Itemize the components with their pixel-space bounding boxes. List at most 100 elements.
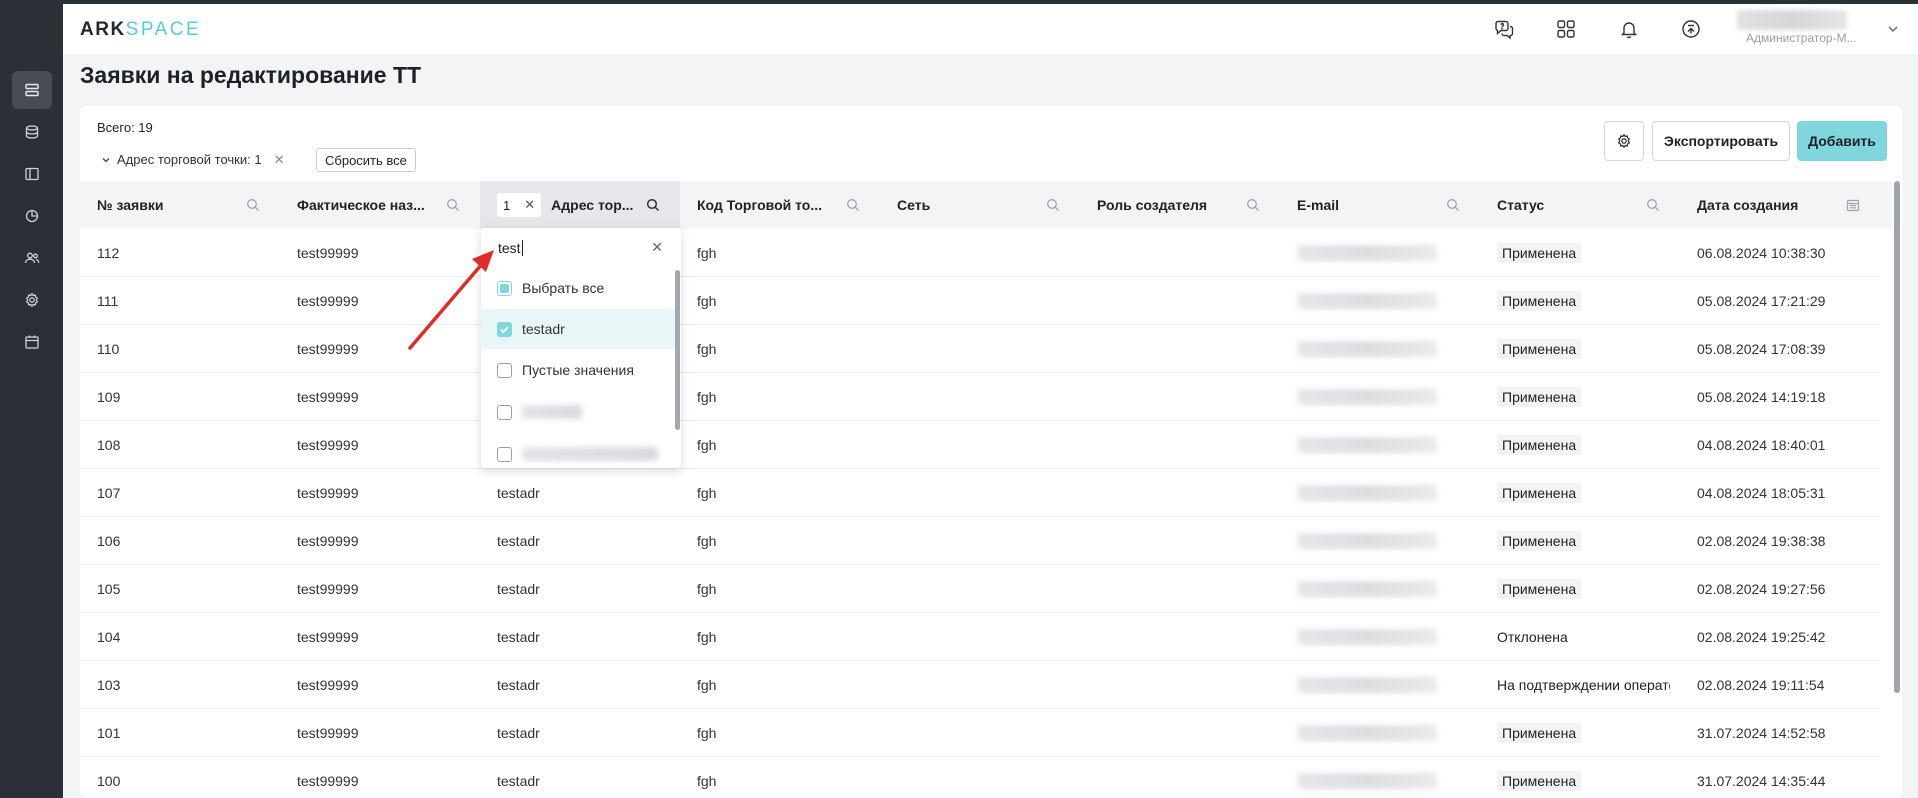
table-row[interactable]: 106 test99999 testadr fgh Применена 02.08.202… <box>80 517 1880 565</box>
table-row[interactable]: 110 test99999 fgh Применена 05.08.2024 17:08… <box>80 325 1880 373</box>
close-icon[interactable]: ✕ <box>524 197 535 213</box>
option-blurred[interactable] <box>481 392 677 432</box>
table-row[interactable]: 105 test99999 testadr fgh Применена 02.08.202… <box>80 565 1880 613</box>
list-icon <box>25 83 39 97</box>
empty-values-option[interactable]: Пустые значения <box>481 350 677 390</box>
table-settings-button[interactable] <box>1604 121 1644 161</box>
column-header-created-date[interactable]: Дата создания <box>1680 181 1880 229</box>
apps-grid-icon[interactable] <box>1553 16 1579 42</box>
cell-creator-role <box>1080 613 1280 661</box>
requests-card: Всего: 19 Адрес торговой точки: 1 ✕ Сбро… <box>80 106 1902 798</box>
pie-chart-icon <box>25 209 39 223</box>
cell-name-text: test99999 <box>297 581 359 597</box>
search-icon[interactable] <box>246 198 260 212</box>
option-testadr[interactable]: testadr <box>481 309 677 349</box>
table-row[interactable]: 109 test99999 fgh Применена 05.08.2024 14:19… <box>80 373 1880 421</box>
bell-icon[interactable] <box>1616 16 1642 42</box>
sidebar-item-users[interactable] <box>12 239 52 277</box>
table-row[interactable]: 111 test99999 fgh Применена 05.08.2024 17:21… <box>80 277 1880 325</box>
cell-date: 02.08.2024 19:38:38 <box>1680 517 1880 565</box>
checkbox[interactable] <box>497 362 512 378</box>
cell-address: testadr <box>480 661 680 709</box>
column-header-name[interactable]: Фактическое наз... <box>280 181 480 229</box>
column-header-code[interactable]: Код Торговой то... <box>680 181 880 229</box>
address-filter-count[interactable]: 1 ✕ <box>497 193 542 217</box>
cell-email <box>1280 613 1480 661</box>
table-row[interactable]: 108 test99999 fgh Применена 04.08.2024 18:40… <box>80 421 1880 469</box>
calendar-icon[interactable] <box>1846 198 1860 212</box>
search-icon[interactable] <box>446 198 460 212</box>
cell-code-text: fgh <box>697 293 717 309</box>
blurred-option-label <box>522 447 658 461</box>
table-row[interactable]: 101 test99999 testadr fgh Применена 31.07.202… <box>80 709 1880 757</box>
cell-id: 108 <box>80 421 280 469</box>
table-row[interactable]: 104 test99999 testadr fgh Отклонена 02.08.202… <box>80 613 1880 661</box>
support-chat-icon[interactable] <box>1491 16 1517 42</box>
dropdown-scrollbar[interactable] <box>675 270 680 430</box>
address-filter-search-input[interactable]: test ✕ <box>481 228 681 268</box>
table-row[interactable]: 107 test99999 testadr fgh Применена 04.08.202… <box>80 469 1880 517</box>
sidebar <box>0 4 63 798</box>
sync-icon[interactable] <box>1678 16 1704 42</box>
checkbox[interactable] <box>497 404 512 420</box>
vertical-scrollbar[interactable] <box>1894 181 1900 693</box>
cell-id: 104 <box>80 613 280 661</box>
filter-chip[interactable]: Адрес торговой точки: 1 ✕ <box>97 148 288 171</box>
search-icon[interactable] <box>1646 198 1660 212</box>
checkbox[interactable] <box>497 446 512 462</box>
cell-date: 05.08.2024 14:19:18 <box>1680 373 1880 421</box>
cell-email <box>1280 277 1480 325</box>
cell-network <box>880 757 1080 798</box>
add-button[interactable]: Добавить <box>1797 121 1887 161</box>
cell-name-text: test99999 <box>297 773 359 789</box>
cell-date-text: 05.08.2024 17:21:29 <box>1697 293 1826 309</box>
search-icon[interactable] <box>1246 198 1260 212</box>
search-icon[interactable] <box>1046 198 1060 212</box>
cell-network <box>880 469 1080 517</box>
search-icon[interactable] <box>1446 198 1460 212</box>
email-blurred <box>1297 581 1437 597</box>
cell-id: 110 <box>80 325 280 373</box>
cell-status: Применена <box>1480 325 1670 373</box>
sidebar-item-database[interactable] <box>12 113 52 151</box>
total-count: Всего: 19 <box>97 120 153 135</box>
email-blurred <box>1297 341 1437 357</box>
cell-email <box>1280 565 1480 613</box>
sidebar-item-calendar[interactable] <box>12 323 52 361</box>
sidebar-item-requests[interactable] <box>12 71 52 109</box>
sidebar-item-reports[interactable] <box>12 197 52 235</box>
blurred-option-label <box>522 405 582 419</box>
cell-code-text: fgh <box>697 581 717 597</box>
cell-id-text: 106 <box>97 533 121 549</box>
column-header-address[interactable]: 1 ✕ Адрес тор... <box>480 181 680 229</box>
chevron-down-icon[interactable] <box>1886 22 1900 36</box>
cell-name-text: test99999 <box>297 725 359 741</box>
cell-address-text: testadr <box>497 677 540 693</box>
column-header-id[interactable]: № заявки <box>80 181 280 229</box>
column-header-creator-role[interactable]: Роль создателя <box>1080 181 1280 229</box>
export-button[interactable]: Экспортировать <box>1652 121 1790 161</box>
select-all-option[interactable]: Выбрать все <box>481 268 677 308</box>
close-icon[interactable]: ✕ <box>651 239 663 256</box>
column-header-status[interactable]: Статус <box>1480 181 1680 229</box>
cell-id-text: 101 <box>97 725 121 741</box>
cell-name-text: test99999 <box>297 677 359 693</box>
cell-address: testadr <box>480 469 680 517</box>
table-row[interactable]: 103 test99999 testadr fgh На подтверждении о… <box>80 661 1880 709</box>
search-icon[interactable] <box>846 198 860 212</box>
status-badge: Применена <box>1497 387 1582 407</box>
column-header-email[interactable]: E-mail <box>1280 181 1480 229</box>
cell-status: Применена <box>1480 373 1670 421</box>
cell-name: test99999 <box>280 373 480 421</box>
sidebar-item-settings[interactable] <box>12 281 52 319</box>
sidebar-item-layout[interactable] <box>12 155 52 193</box>
search-icon[interactable] <box>646 198 660 212</box>
option-blurred[interactable] <box>481 434 677 468</box>
table-row[interactable]: 100 test99999 testadr fgh Применена 31.07.202… <box>80 757 1880 798</box>
table-row[interactable]: 112 test99999 fgh Применена 06.08.2024 10:38… <box>80 229 1880 277</box>
cell-id: 100 <box>80 757 280 798</box>
reset-all-button[interactable]: Сбросить все <box>316 148 416 172</box>
column-header-network[interactable]: Сеть <box>880 181 1080 229</box>
close-icon[interactable]: ✕ <box>274 152 285 168</box>
email-blurred <box>1297 677 1437 693</box>
